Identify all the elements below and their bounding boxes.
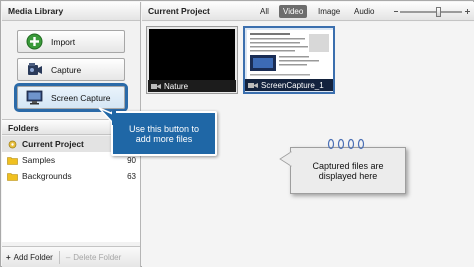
media-item-screencapture[interactable]: ScreenCapture_1 — [243, 26, 335, 94]
slider-track — [400, 11, 462, 13]
import-button[interactable]: Import — [17, 30, 125, 53]
add-folder-button[interactable]: + Add Folder — [2, 250, 57, 265]
media-library-title: Media Library — [2, 2, 140, 21]
video-thumbnail — [247, 30, 333, 82]
minus-icon: – — [65, 252, 71, 262]
note-pointer — [279, 151, 293, 167]
note-line-2: displayed here — [318, 170, 378, 181]
tab-video[interactable]: Video — [279, 5, 308, 18]
folder-icon — [7, 156, 18, 165]
zoom-out-icon — [394, 11, 398, 12]
screen-capture-thumbnail — [247, 30, 333, 82]
tab-image[interactable]: Image — [314, 5, 344, 18]
capture-label: Capture — [51, 64, 82, 75]
tab-audio[interactable]: Audio — [350, 5, 378, 18]
media-name: ScreenCapture_1 — [261, 80, 324, 90]
callout-line-1: Use this button to — [128, 123, 200, 134]
folder-count: 63 — [127, 171, 136, 181]
add-folder-label: Add Folder — [13, 252, 53, 262]
project-icon — [8, 140, 17, 148]
camcorder-icon — [26, 61, 43, 78]
screen-capture-callout: Use this button to add more files — [111, 111, 217, 156]
delete-folder-label: Delete Folder — [73, 252, 122, 262]
monitor-icon — [26, 89, 43, 106]
folder-count: 90 — [127, 155, 136, 165]
captured-files-note: Captured files are displayed here — [290, 147, 406, 194]
plus-icon: + — [6, 252, 11, 262]
tab-all[interactable]: All — [256, 5, 273, 18]
media-item-nature[interactable]: Nature — [146, 26, 238, 94]
callout-line-2: add more files — [135, 133, 193, 144]
video-thumbnail — [149, 29, 235, 81]
import-icon — [26, 33, 43, 50]
folder-name: Current Project — [22, 139, 84, 149]
folder-item-backgrounds[interactable]: Backgrounds 63 — [2, 168, 140, 184]
callout-pointer — [98, 107, 116, 125]
folder-icon — [7, 172, 18, 181]
current-project-header: Current Project All Video Image Audio — [142, 2, 474, 21]
binder-rings-icon — [327, 138, 365, 150]
current-project-title: Current Project — [148, 6, 210, 16]
slider-thumb[interactable] — [436, 7, 441, 17]
media-library-window: Media Library Import Capture Screen Capt… — [0, 0, 474, 267]
toolbar-divider — [58, 250, 60, 264]
import-label: Import — [51, 36, 76, 47]
media-caption: Nature — [148, 80, 236, 92]
capture-button[interactable]: Capture — [17, 58, 125, 81]
video-icon — [248, 82, 258, 88]
folder-name: Samples — [22, 155, 56, 165]
media-name: Nature — [164, 81, 189, 91]
note-line-1: Captured files are — [312, 160, 384, 171]
thumbnail-size-slider[interactable] — [394, 6, 470, 17]
delete-folder-button[interactable]: – Delete Folder — [62, 250, 125, 265]
folder-toolbar: + Add Folder – Delete Folder — [2, 246, 140, 267]
video-icon — [151, 83, 161, 89]
folder-name: Backgrounds — [22, 171, 72, 181]
screen-capture-label: Screen Capture — [51, 92, 111, 103]
media-caption: ScreenCapture_1 — [245, 79, 333, 91]
